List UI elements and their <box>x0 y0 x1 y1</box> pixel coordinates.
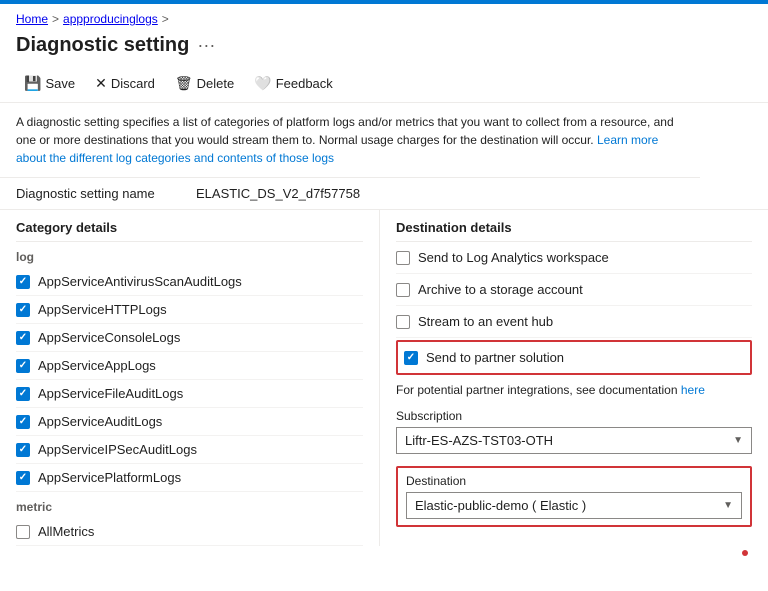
delete-button[interactable]: 🗑 Delete <box>167 71 242 96</box>
dest-label-0: Send to Log Analytics workspace <box>418 250 609 265</box>
subscription-arrow-icon: ▼ <box>733 435 743 446</box>
main-content: Category details log AppServiceAntivirus… <box>0 210 768 546</box>
metric-label-0: AllMetrics <box>38 524 94 539</box>
log-checkbox-3[interactable] <box>16 359 30 373</box>
description: A diagnostic setting specifies a list of… <box>0 103 700 178</box>
red-dot-indicator <box>742 550 748 556</box>
page-title-row: Diagnostic setting ··· <box>0 30 768 65</box>
destination-details-header: Destination details <box>396 210 752 242</box>
dest-item-3: Send to partner solution <box>404 346 744 369</box>
breadcrumb-sep1: > <box>52 12 59 26</box>
log-label-1: AppServiceHTTPLogs <box>38 302 167 317</box>
dest-item-0: Send to Log Analytics workspace <box>396 242 752 274</box>
partner-info: For potential partner integrations, see … <box>396 377 752 403</box>
log-label-5: AppServiceAuditLogs <box>38 414 162 429</box>
log-item-3: AppServiceAppLogs <box>16 352 363 380</box>
dest-label-1: Archive to a storage account <box>418 282 583 297</box>
destination-label: Destination <box>406 474 742 488</box>
dest-label-2: Stream to an event hub <box>418 314 553 329</box>
log-checkbox-2[interactable] <box>16 331 30 345</box>
left-panel: Category details log AppServiceAntivirus… <box>0 210 380 546</box>
log-label-6: AppServiceIPSecAuditLogs <box>38 442 197 457</box>
destination-value: Elastic-public-demo ( Elastic ) <box>415 498 586 513</box>
dest-checkbox-1[interactable] <box>396 283 410 297</box>
bottom-area <box>0 546 768 576</box>
log-checkbox-6[interactable] <box>16 443 30 457</box>
toolbar: 💾 Save ✕ Discard 🗑 Delete 🤍 Feedback <box>0 65 768 103</box>
destination-arrow-icon: ▼ <box>723 500 733 511</box>
dest-checkbox-2[interactable] <box>396 315 410 329</box>
more-options-icon[interactable]: ··· <box>197 35 215 56</box>
save-button[interactable]: 💾 Save <box>16 71 83 96</box>
log-item-6: AppServiceIPSecAuditLogs <box>16 436 363 464</box>
category-details-header: Category details <box>16 210 363 242</box>
destination-field-group-highlighted: Destination Elastic-public-demo ( Elasti… <box>396 466 752 527</box>
log-header: log <box>16 242 363 268</box>
dest-item-1: Archive to a storage account <box>396 274 752 306</box>
page-title: Diagnostic setting <box>16 34 189 57</box>
log-item-7: AppServicePlatformLogs <box>16 464 363 492</box>
delete-icon: 🗑 <box>175 75 193 92</box>
log-label-7: AppServicePlatformLogs <box>38 470 181 485</box>
log-checkbox-0[interactable] <box>16 275 30 289</box>
subscription-label: Subscription <box>396 409 752 423</box>
log-item-0: AppServiceAntivirusScanAuditLogs <box>16 268 363 296</box>
breadcrumb: Home > appproducinglogs > <box>0 4 768 30</box>
log-item-1: AppServiceHTTPLogs <box>16 296 363 324</box>
dest-label-3: Send to partner solution <box>426 350 564 365</box>
log-label-2: AppServiceConsoleLogs <box>38 330 180 345</box>
dest-checkbox-0[interactable] <box>396 251 410 265</box>
save-icon: 💾 <box>24 75 41 92</box>
setting-name-label: Diagnostic setting name <box>16 186 196 201</box>
partner-docs-link[interactable]: here <box>681 383 705 397</box>
breadcrumb-resource[interactable]: appproducinglogs <box>63 12 158 26</box>
subscription-value: Liftr-ES-AZS-TST03-OTH <box>405 433 553 448</box>
metric-checkbox-0[interactable] <box>16 525 30 539</box>
log-item-2: AppServiceConsoleLogs <box>16 324 363 352</box>
setting-name-value: ELASTIC_DS_V2_d7f57758 <box>196 186 360 201</box>
dest-item-2: Stream to an event hub <box>396 306 752 338</box>
dest-checkbox-3[interactable] <box>404 351 418 365</box>
log-checkbox-5[interactable] <box>16 415 30 429</box>
discard-button[interactable]: ✕ Discard <box>87 71 163 96</box>
feedback-button[interactable]: 🤍 Feedback <box>246 71 341 96</box>
breadcrumb-home[interactable]: Home <box>16 12 48 26</box>
log-item-5: AppServiceAuditLogs <box>16 408 363 436</box>
breadcrumb-sep2: > <box>162 12 169 26</box>
log-label-4: AppServiceFileAuditLogs <box>38 386 183 401</box>
subscription-field-group: Subscription Liftr-ES-AZS-TST03-OTH ▼ <box>396 403 752 460</box>
subscription-select[interactable]: Liftr-ES-AZS-TST03-OTH ▼ <box>396 427 752 454</box>
log-checkbox-7[interactable] <box>16 471 30 485</box>
dest-partner-highlighted: Send to partner solution <box>396 340 752 375</box>
feedback-icon: 🤍 <box>254 75 271 92</box>
metric-header: metric <box>16 492 363 518</box>
discard-icon: ✕ <box>95 75 107 92</box>
log-checkbox-4[interactable] <box>16 387 30 401</box>
metric-item-0: AllMetrics <box>16 518 363 546</box>
log-label-3: AppServiceAppLogs <box>38 358 156 373</box>
log-item-4: AppServiceFileAuditLogs <box>16 380 363 408</box>
log-checkbox-1[interactable] <box>16 303 30 317</box>
right-panel: Destination details Send to Log Analytic… <box>380 210 768 546</box>
setting-name-row: Diagnostic setting name ELASTIC_DS_V2_d7… <box>0 178 768 210</box>
destination-select[interactable]: Elastic-public-demo ( Elastic ) ▼ <box>406 492 742 519</box>
log-label-0: AppServiceAntivirusScanAuditLogs <box>38 274 242 289</box>
